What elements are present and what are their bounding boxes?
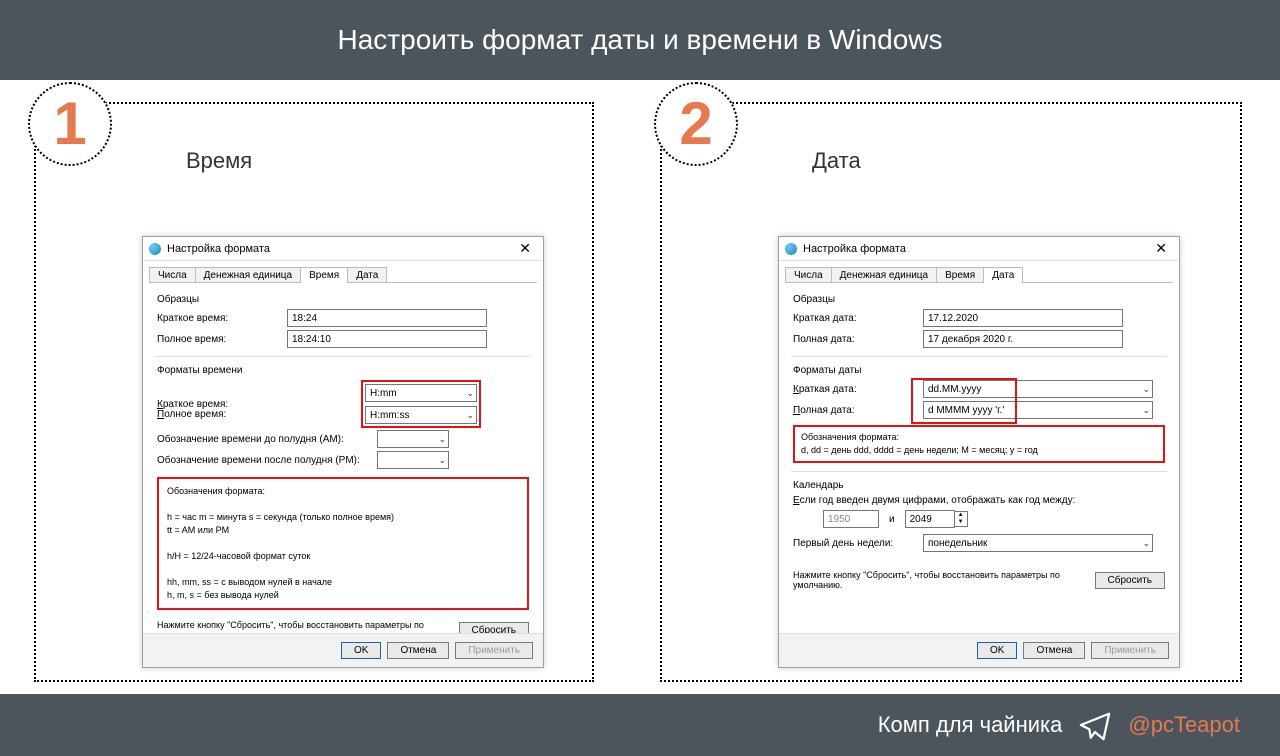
year-to-spinner[interactable]: 2049 ▲▼ xyxy=(905,510,968,528)
short-time-sample: 18:24 xyxy=(287,309,487,327)
long-time-label: Полное время: xyxy=(157,334,287,345)
apply-button[interactable]: Применить xyxy=(1091,642,1169,659)
reset-button[interactable]: Сбросить xyxy=(1095,572,1165,589)
time-formats-label: Форматы времени xyxy=(157,365,529,376)
tab-date[interactable]: Дата xyxy=(347,267,387,283)
pm-symbol[interactable]: ⌄ xyxy=(377,451,449,469)
stage: 1 Время Настройка формата ✕ Числа Денежн… xyxy=(0,80,1280,694)
dialog-date-title: Настройка формата xyxy=(803,243,1149,255)
globe-icon xyxy=(785,243,797,255)
chevron-down-icon: ⌄ xyxy=(1142,405,1150,416)
close-icon[interactable]: ✕ xyxy=(1149,240,1173,257)
and-label: и xyxy=(889,514,895,525)
long-time-fmt-label: Полное время: xyxy=(157,409,287,420)
samples-label: Образцы xyxy=(793,294,1165,305)
long-time-format[interactable]: H:mm:ss⌄ xyxy=(365,406,477,424)
close-icon[interactable]: ✕ xyxy=(513,240,537,257)
reset-hint: Нажмите кнопку "Сбросить", чтобы восстан… xyxy=(793,570,1095,590)
dialog-time-tabs: Числа Денежная единица Время Дата xyxy=(143,261,543,283)
pm-label: Обозначение времени после полудня (PM): xyxy=(157,455,377,466)
footer-text: Комп для чайника xyxy=(878,712,1063,738)
long-date-label: Полная дата: xyxy=(793,334,923,345)
long-time-sample: 18:24:10 xyxy=(287,330,487,348)
panel-date: 2 Дата Настройка формата ✕ Числа Денежна… xyxy=(660,102,1242,682)
dialog-date-titlebar[interactable]: Настройка формата ✕ xyxy=(779,237,1179,261)
am-label: Обозначение времени до полудня (AM): xyxy=(157,434,377,445)
dialog-time-body: Образцы Краткое время: 18:24 Полное врем… xyxy=(143,284,543,646)
am-symbol[interactable]: ⌄ xyxy=(377,430,449,448)
chevron-down-icon: ⌄ xyxy=(438,455,446,466)
short-date-fmt-label: Краткая дата: xyxy=(793,384,923,395)
apply-button[interactable]: Применить xyxy=(455,642,533,659)
chevron-down-icon: ⌄ xyxy=(466,388,474,399)
page-footer: Комп для чайника @pcTeapot xyxy=(0,694,1280,756)
first-day-label: Первый день недели: xyxy=(793,538,923,549)
tab-currency[interactable]: Денежная единица xyxy=(195,267,301,283)
dialog-time: Настройка формата ✕ Числа Денежная едини… xyxy=(142,236,544,668)
tab-time[interactable]: Время xyxy=(300,267,348,283)
dialog-date: Настройка формата ✕ Числа Денежная едини… xyxy=(778,236,1180,668)
tab-currency[interactable]: Денежная единица xyxy=(831,267,937,283)
footer-handle: @pcTeapot xyxy=(1128,712,1240,738)
date-formats-label: Форматы даты xyxy=(793,365,1165,376)
tab-time[interactable]: Время xyxy=(936,267,984,283)
panel-time: 1 Время Настройка формата ✕ Числа Денежн… xyxy=(34,102,594,682)
telegram-icon xyxy=(1078,708,1112,742)
short-date-format[interactable]: dd.MM.yyyy⌄ xyxy=(923,380,1153,398)
chevron-down-icon[interactable]: ▼ xyxy=(955,519,967,526)
time-format-legend: Обозначения формата: h = час m = минута … xyxy=(157,477,529,610)
panel-date-title: Дата xyxy=(812,148,861,174)
dialog-date-body: Образцы Краткая дата: 17.12.2020 Полная … xyxy=(779,284,1179,596)
cancel-button[interactable]: Отмена xyxy=(1023,642,1085,659)
page-header: Настроить формат даты и времени в Window… xyxy=(0,0,1280,80)
short-time-format[interactable]: H:mm⌄ xyxy=(365,384,477,402)
two-digit-year-hint: Если год введен двумя цифрами, отображат… xyxy=(793,495,1165,506)
chevron-down-icon: ⌄ xyxy=(466,410,474,421)
tab-numbers[interactable]: Числа xyxy=(149,267,196,283)
date-format-legend: Обозначения формата: d, dd = день ddd, d… xyxy=(793,425,1165,463)
chevron-down-icon: ⌄ xyxy=(1142,384,1150,395)
dialog-time-buttons: OK Отмена Применить xyxy=(143,633,543,667)
page-title: Настроить формат даты и времени в Window… xyxy=(338,24,943,56)
globe-icon xyxy=(149,243,161,255)
short-time-label: Краткое время: xyxy=(157,313,287,324)
dialog-date-buttons: OK Отмена Применить xyxy=(779,633,1179,667)
dialog-date-tabs: Числа Денежная единица Время Дата xyxy=(779,261,1179,283)
chevron-down-icon: ⌄ xyxy=(1142,538,1150,549)
badge-2: 2 xyxy=(654,82,738,166)
short-date-label: Краткая дата: xyxy=(793,313,923,324)
year-from: 1950 xyxy=(823,510,879,528)
cancel-button[interactable]: Отмена xyxy=(387,642,449,659)
chevron-up-icon[interactable]: ▲ xyxy=(955,512,967,519)
samples-label: Образцы xyxy=(157,294,529,305)
panel-time-title: Время xyxy=(186,148,252,174)
long-date-format[interactable]: d MMMM yyyy 'г.'⌄ xyxy=(923,401,1153,419)
dialog-time-title: Настройка формата xyxy=(167,243,513,255)
ok-button[interactable]: OK xyxy=(977,642,1017,659)
dialog-time-titlebar[interactable]: Настройка формата ✕ xyxy=(143,237,543,261)
long-date-fmt-label: Полная дата: xyxy=(793,405,923,416)
long-date-sample: 17 декабря 2020 г. xyxy=(923,330,1123,348)
chevron-down-icon: ⌄ xyxy=(438,434,446,445)
short-time-fmt-label: Краткое время: xyxy=(157,399,287,410)
badge-1: 1 xyxy=(28,82,112,166)
first-day-of-week[interactable]: понедельник⌄ xyxy=(923,534,1153,552)
ok-button[interactable]: OK xyxy=(341,642,381,659)
short-date-sample: 17.12.2020 xyxy=(923,309,1123,327)
calendar-label: Календарь xyxy=(793,480,1165,491)
tab-date[interactable]: Дата xyxy=(983,267,1023,283)
tab-numbers[interactable]: Числа xyxy=(785,267,832,283)
